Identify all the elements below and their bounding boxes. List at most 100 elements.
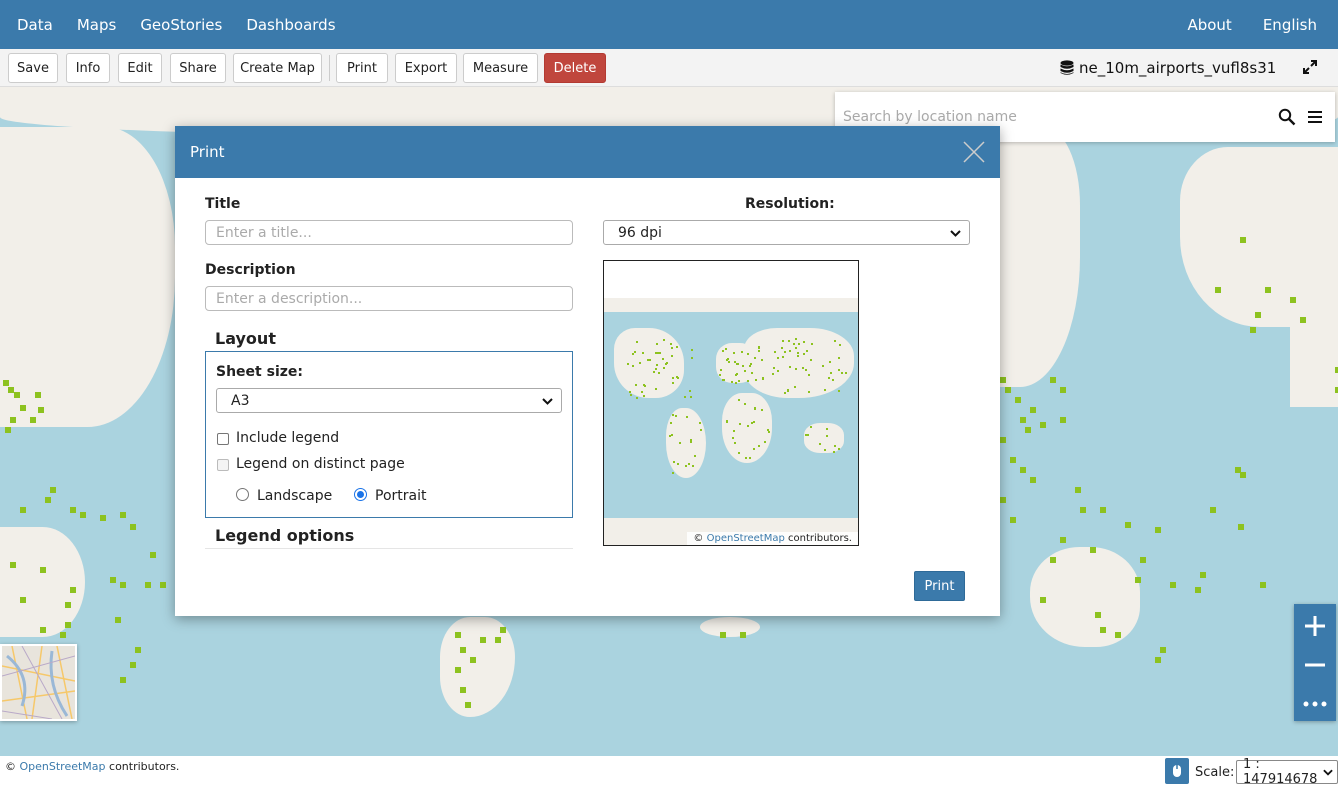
map-footer: © OpenStreetMap contributors.	[0, 756, 1338, 796]
airport-point	[465, 702, 471, 708]
legend-distinct-page-checkbox[interactable]	[217, 459, 229, 471]
title-input[interactable]	[205, 220, 573, 245]
print-button[interactable]: Print	[914, 571, 965, 601]
nav-geostories[interactable]: GeoStories	[128, 16, 234, 34]
portrait-radio[interactable]	[354, 488, 367, 501]
preview-airport-point	[822, 365, 825, 368]
landscape-radio[interactable]	[236, 488, 249, 501]
print-toolbar-button[interactable]: Print	[336, 53, 388, 83]
airport-point	[1090, 547, 1096, 553]
preview-airport-point	[837, 356, 840, 359]
airport-point	[1210, 507, 1216, 513]
share-button[interactable]: Share	[170, 53, 226, 83]
preview-airport-point	[823, 448, 826, 451]
attribution-prefix: ©	[5, 760, 16, 773]
airport-point	[1040, 422, 1046, 428]
preview-airport-point	[723, 379, 726, 382]
legend-distinct-page-label: Legend on distinct page	[236, 456, 405, 472]
preview-airport-point	[838, 369, 841, 372]
airport-point	[50, 487, 56, 493]
preview-airport-point	[658, 371, 661, 374]
mouse-position-button[interactable]	[1165, 758, 1189, 784]
airport-point	[38, 407, 44, 413]
print-preview: © OpenStreetMap contributors.	[603, 260, 859, 546]
close-icon[interactable]	[962, 140, 986, 164]
preview-airport-point	[788, 339, 790, 342]
nav-maps[interactable]: Maps	[65, 16, 128, 34]
preview-attribution: © OpenStreetMap contributors.	[687, 532, 858, 545]
preview-airport-point	[632, 364, 635, 367]
measure-button[interactable]: Measure	[463, 53, 538, 83]
airport-point	[130, 662, 136, 668]
airport-point	[1000, 497, 1006, 503]
airport-point	[40, 567, 46, 573]
preview-airport-point	[750, 421, 753, 424]
nav-about[interactable]: About	[1167, 16, 1242, 34]
create-map-button[interactable]: Create Map	[233, 53, 322, 83]
airport-point	[1000, 377, 1006, 383]
description-input[interactable]	[205, 286, 573, 311]
landscape-label: Landscape	[257, 488, 333, 504]
nav-language[interactable]: English	[1243, 16, 1328, 34]
airport-point	[1010, 457, 1016, 463]
info-button[interactable]: Info	[66, 53, 110, 83]
preview-airport-point	[671, 414, 674, 417]
preview-airport-point	[676, 345, 678, 348]
preview-airport-point	[642, 383, 645, 386]
export-button[interactable]: Export	[395, 53, 457, 83]
preview-airport-point	[693, 454, 696, 457]
resolution-select[interactable]: 96 dpi	[603, 220, 970, 245]
sheet-size-select[interactable]: A3	[216, 388, 562, 413]
preview-airport-point	[789, 366, 792, 369]
preview-airport-point	[688, 389, 691, 392]
background-selector[interactable]	[0, 644, 77, 721]
legend-options-heading: Legend options	[215, 526, 355, 545]
preview-airport-point	[744, 370, 747, 373]
preview-airport-point	[671, 347, 674, 350]
airport-point	[1080, 507, 1086, 513]
nav-right: About English	[1167, 0, 1338, 49]
zoom-in-button[interactable]	[1294, 606, 1336, 645]
preview-airport-point	[809, 426, 812, 429]
nav-left: Data Maps GeoStories Dashboards	[0, 0, 348, 49]
database-icon	[1060, 60, 1074, 75]
preview-airport-point	[826, 435, 829, 438]
airport-point	[120, 512, 126, 518]
osm-link[interactable]: OpenStreetMap	[20, 760, 106, 773]
include-legend-checkbox[interactable]	[217, 433, 229, 445]
search-icon[interactable]	[1278, 108, 1296, 126]
preview-airport-point	[794, 338, 797, 341]
preview-airport-point	[634, 384, 637, 387]
resource-name: ne_10m_airports_vufl8s31	[1079, 59, 1277, 77]
airport-point	[1060, 537, 1066, 543]
preview-airport-point	[834, 339, 837, 342]
more-tools-button[interactable]	[1294, 684, 1336, 723]
land-asia-west	[0, 127, 175, 427]
nav-dashboards[interactable]: Dashboards	[234, 16, 347, 34]
fullscreen-icon[interactable]	[1302, 59, 1318, 75]
airport-point	[1075, 487, 1081, 493]
preview-airport-point	[804, 369, 807, 372]
preview-airport-point	[738, 399, 741, 402]
nav-data[interactable]: Data	[5, 16, 65, 34]
preview-airport-point	[692, 465, 695, 468]
preview-airport-point	[761, 408, 764, 411]
edit-button[interactable]: Edit	[118, 53, 162, 83]
preview-airport-point	[734, 361, 737, 364]
airport-point	[20, 507, 26, 513]
preview-airport-point	[746, 352, 749, 355]
preview-airport-point	[833, 444, 836, 447]
airport-point	[1240, 472, 1246, 478]
preview-airport-point	[748, 457, 751, 460]
save-button[interactable]: Save	[8, 53, 58, 83]
preview-airport-point	[690, 349, 693, 352]
preview-airport-point	[684, 396, 687, 399]
delete-button[interactable]: Delete	[544, 53, 606, 83]
airport-point	[1160, 647, 1166, 653]
preview-airport-point	[690, 357, 693, 360]
zoom-out-button[interactable]	[1294, 645, 1336, 684]
preview-airport-point	[656, 352, 659, 355]
preview-osm-link[interactable]: OpenStreetMap	[707, 533, 785, 544]
menu-icon[interactable]	[1307, 109, 1323, 125]
scale-select[interactable]: 1 : 147914678	[1236, 757, 1338, 787]
